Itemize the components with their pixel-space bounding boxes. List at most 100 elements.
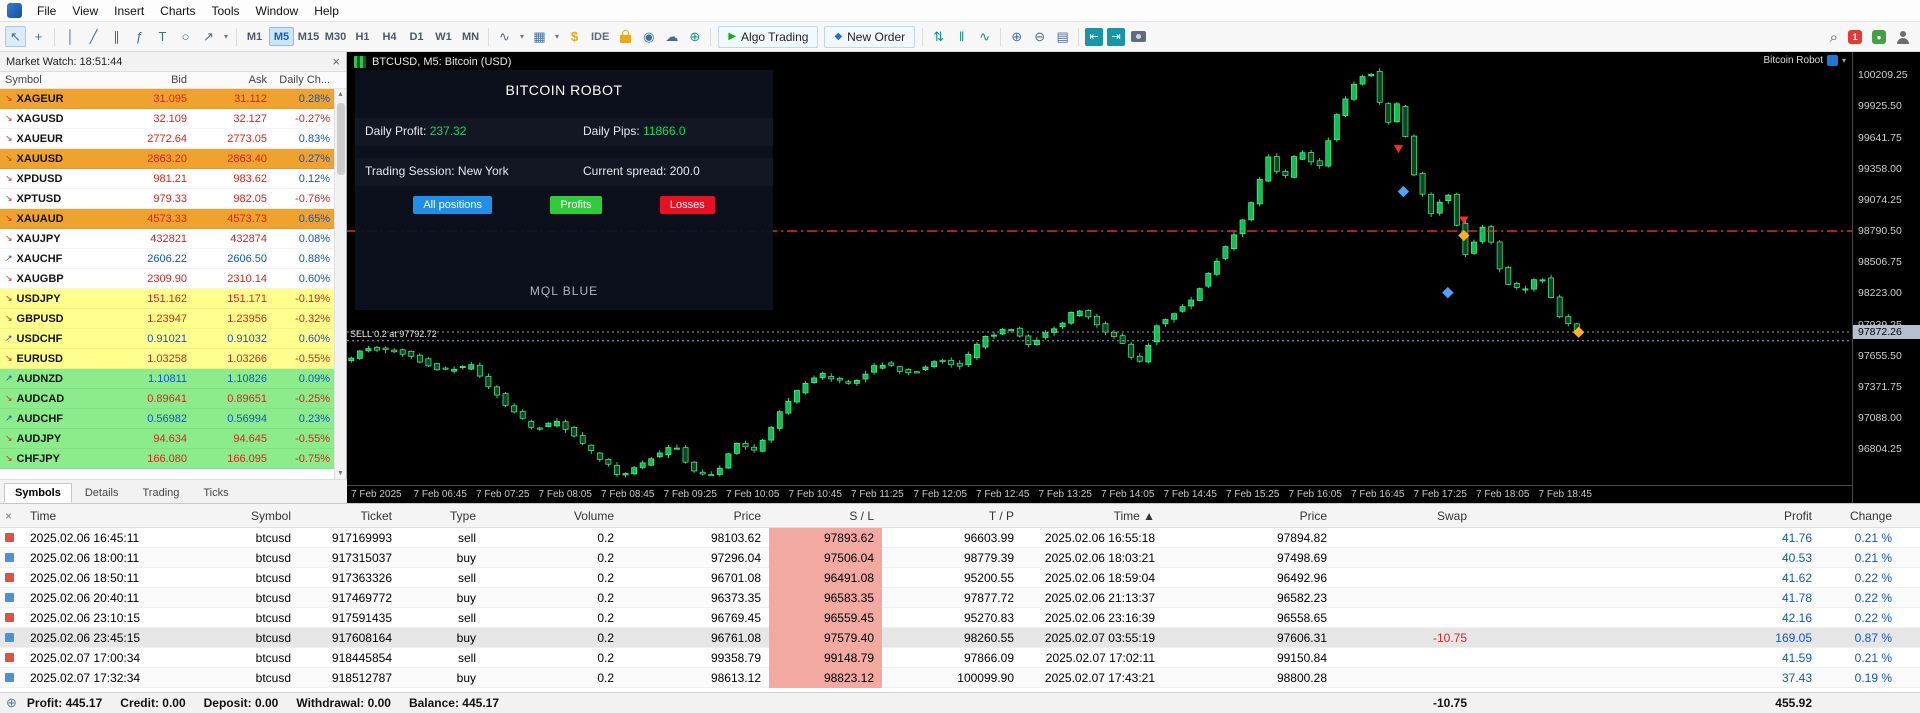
vline-tool-icon[interactable]: │ [60, 26, 81, 47]
timeframe-mn[interactable]: MN [458, 27, 483, 46]
scroll-up-icon[interactable]: ▲ [335, 91, 346, 98]
history-column-volume[interactable]: Volume [484, 509, 622, 523]
history-column-type[interactable]: Type [400, 509, 484, 523]
history-row-918445854[interactable]: 2025.02.07 17:00:34 btcusd 918445854 sell 0.… [0, 647, 1920, 668]
text-tool-icon[interactable]: T [152, 26, 173, 47]
market-watch-row-xauusd[interactable]: ↘ XAUUSD 2863.20 2863.40 0.27% [0, 149, 335, 169]
market-watch-row-audchf[interactable]: ↗ AUDCHF 0.56982 0.56994 0.23% [0, 409, 335, 429]
connection-icon[interactable]: ● [1872, 30, 1886, 44]
lock-icon[interactable] [620, 29, 632, 43]
history-column-time-close[interactable]: Time ▲ [1022, 509, 1163, 523]
template-icon[interactable]: ▦ [529, 26, 550, 47]
price-axis[interactable]: 100209.25 99925.50 99641.75 99358.00 99074.2… [1852, 52, 1920, 503]
history-column-tp[interactable]: T / P [882, 509, 1022, 523]
indicators-icon[interactable]: ∿ [494, 26, 515, 47]
market-watch-row-xaueur[interactable]: ↘ XAUEUR 2772.64 2773.05 0.83% [0, 129, 335, 149]
tab-details[interactable]: Details [74, 483, 130, 503]
menu-window[interactable]: Window [248, 1, 307, 21]
timeframe-m1[interactable]: M1 [242, 27, 267, 46]
tab-trading[interactable]: Trading [131, 483, 190, 503]
trendline-tool-icon[interactable]: ╱ [83, 26, 104, 47]
scroll-down-icon[interactable]: ▼ [335, 470, 346, 477]
zoom-in-icon[interactable]: ⊕ [1006, 26, 1027, 47]
history-column-sl[interactable]: S / L [769, 509, 882, 523]
zoom-out-icon[interactable]: ⊖ [1029, 26, 1050, 47]
market-watch-row-xaujpy[interactable]: ↘ XAUJPY 432821 432874 0.08% [0, 229, 335, 249]
chevron-down-icon[interactable]: ▾ [517, 26, 527, 47]
history-row-917315037[interactable]: 2025.02.06 18:00:11 btcusd 917315037 buy 0.2… [0, 547, 1920, 568]
tick-chart-icon[interactable]: ∿ [974, 26, 995, 47]
cloud-icon[interactable]: ☁ [661, 26, 682, 47]
market-watch-row-xptusd[interactable]: ↘ XPTUSD 979.33 982.05 -0.76% [0, 189, 335, 209]
column-symbol[interactable]: Symbol [0, 74, 120, 86]
timeframe-h1[interactable]: H1 [350, 27, 375, 46]
market-watch-row-xagusd[interactable]: ↘ XAGUSD 32.109 32.127 -0.27% [0, 109, 335, 129]
market-watch-row-xpdusd[interactable]: ↘ XPDUSD 981.21 983.62 0.12% [0, 169, 335, 189]
dollar-icon[interactable]: $ [564, 26, 585, 47]
timeframe-h4[interactable]: H4 [377, 27, 402, 46]
history-column-swap[interactable]: Swap [1335, 509, 1475, 523]
new-order-button[interactable]: ◆ New Order [824, 25, 916, 48]
robot-button-losses[interactable]: Losses [659, 196, 715, 214]
close-icon[interactable]: × [332, 54, 340, 69]
market-watch-row-chfjpy[interactable]: ↘ CHFJPY 166.080 166.095 -0.75% [0, 449, 335, 469]
timeframe-m30[interactable]: M30 [323, 27, 348, 46]
timeframe-d1[interactable]: D1 [404, 27, 429, 46]
market-watch-scrollbar[interactable]: ▲ ▼ [334, 89, 346, 479]
cursor-tool-icon[interactable]: ↖ [5, 26, 26, 47]
market-watch-row-gbpusd[interactable]: ↘ GBPUSD 1.23947 1.23956 -0.32% [0, 309, 335, 329]
menu-tools[interactable]: Tools [204, 1, 248, 21]
tab-symbols[interactable]: Symbols [4, 483, 72, 503]
history-row-918512787[interactable]: 2025.02.07 17:32:34 btcusd 918512787 buy 0.2… [0, 667, 1920, 688]
menu-charts[interactable]: Charts [152, 1, 203, 21]
app-logo-icon[interactable] [7, 3, 22, 18]
history-column-change[interactable]: Change [1820, 509, 1900, 523]
market-watch-row-usdchf[interactable]: ↗ USDCHF 0.91021 0.91032 0.60% [0, 329, 335, 349]
scrollbar-thumb[interactable] [337, 103, 345, 175]
crosshair-tool-icon[interactable]: + [28, 26, 49, 47]
menu-file[interactable]: File [29, 1, 64, 21]
history-row-917469772[interactable]: 2025.02.06 20:40:11 btcusd 917469772 buy 0.2… [0, 587, 1920, 608]
fibonacci-tool-icon[interactable]: ƒ [129, 26, 150, 47]
algo-trading-button[interactable]: ▶ Algo Trading [718, 25, 819, 48]
history-column-symbol[interactable]: Symbol [197, 509, 299, 523]
history-row-917363326[interactable]: 2025.02.06 18:50:11 btcusd 917363326 sell 0.… [0, 567, 1920, 588]
menu-insert[interactable]: Insert [106, 1, 152, 21]
menu-view[interactable]: View [64, 1, 106, 21]
column-ask[interactable]: Ask [192, 74, 272, 86]
chart-area[interactable]: BTCUSD, M5: Bitcoin (USD) Bitcoin Robot … [347, 52, 1920, 503]
history-column-price[interactable]: Price [622, 509, 769, 523]
pause-icon[interactable]: ‖ [951, 26, 972, 47]
market-watch-row-audjpy[interactable]: ↘ AUDJPY 94.634 94.645 -0.55% [0, 429, 335, 449]
market-watch-row-audcad[interactable]: ↘ AUDCAD 0.89641 0.89651 -0.25% [0, 389, 335, 409]
ide-button[interactable]: IDE [586, 31, 614, 43]
history-row-917608164[interactable]: 2025.02.06 23:45:15 btcusd 917608164 buy 0.2… [0, 627, 1920, 648]
market-watch-row-eurusd[interactable]: ↘ EURUSD 1.03258 1.03266 -0.55% [0, 349, 335, 369]
channel-tool-icon[interactable]: ∥ [106, 26, 127, 47]
screenshot-icon[interactable] [1131, 31, 1147, 42]
chevron-down-icon[interactable]: ▾ [552, 26, 562, 47]
community-icon[interactable]: ⊕ [684, 26, 705, 47]
market-watch-row-audnzd[interactable]: ↗ AUDNZD 1.10811 1.10826 0.09% [0, 369, 335, 389]
robot-button-profits[interactable]: Profits [550, 196, 602, 214]
history-row-917169993[interactable]: 2025.02.06 16:45:11 btcusd 917169993 sell 0.… [0, 527, 1920, 548]
ea-label[interactable]: Bitcoin Robot ▾ [1764, 55, 1846, 66]
market-watch-row-xaugbp[interactable]: ↘ XAUGBP 2309.90 2310.14 0.60% [0, 269, 335, 289]
history-column-time[interactable]: Time [22, 509, 197, 523]
timeframe-m5[interactable]: M5 [269, 27, 294, 46]
history-column-price[interactable]: Price [1163, 509, 1335, 523]
signal-icon[interactable]: ◉ [638, 26, 659, 47]
history-row-917591435[interactable]: 2025.02.06 23:10:15 btcusd 917591435 sell 0.… [0, 607, 1920, 628]
arrows-tool-icon[interactable]: ↗ [198, 26, 219, 47]
close-icon[interactable]: × [5, 509, 12, 523]
market-watch-row-usdjpy[interactable]: ↘ USDJPY 151.162 151.171 -0.19% [0, 289, 335, 309]
column-bid[interactable]: Bid [120, 74, 192, 86]
column-daily-change[interactable]: Daily Ch... [272, 74, 335, 86]
time-axis[interactable]: 7 Feb 2025 7 Feb 06:45 7 Feb 07:25 7 Feb 08… [347, 485, 1852, 503]
sort-icon[interactable]: ⇅ [928, 26, 949, 47]
grid-icon[interactable]: ▤ [1052, 26, 1073, 47]
robot-button-all-positions[interactable]: All positions [413, 196, 493, 214]
notification-badge[interactable]: 1 [1848, 30, 1862, 44]
shapes-tool-icon[interactable]: ○ [175, 26, 196, 47]
market-watch-row-xageur[interactable]: ↘ XAGEUR 31.095 31.112 0.28% [0, 89, 335, 109]
